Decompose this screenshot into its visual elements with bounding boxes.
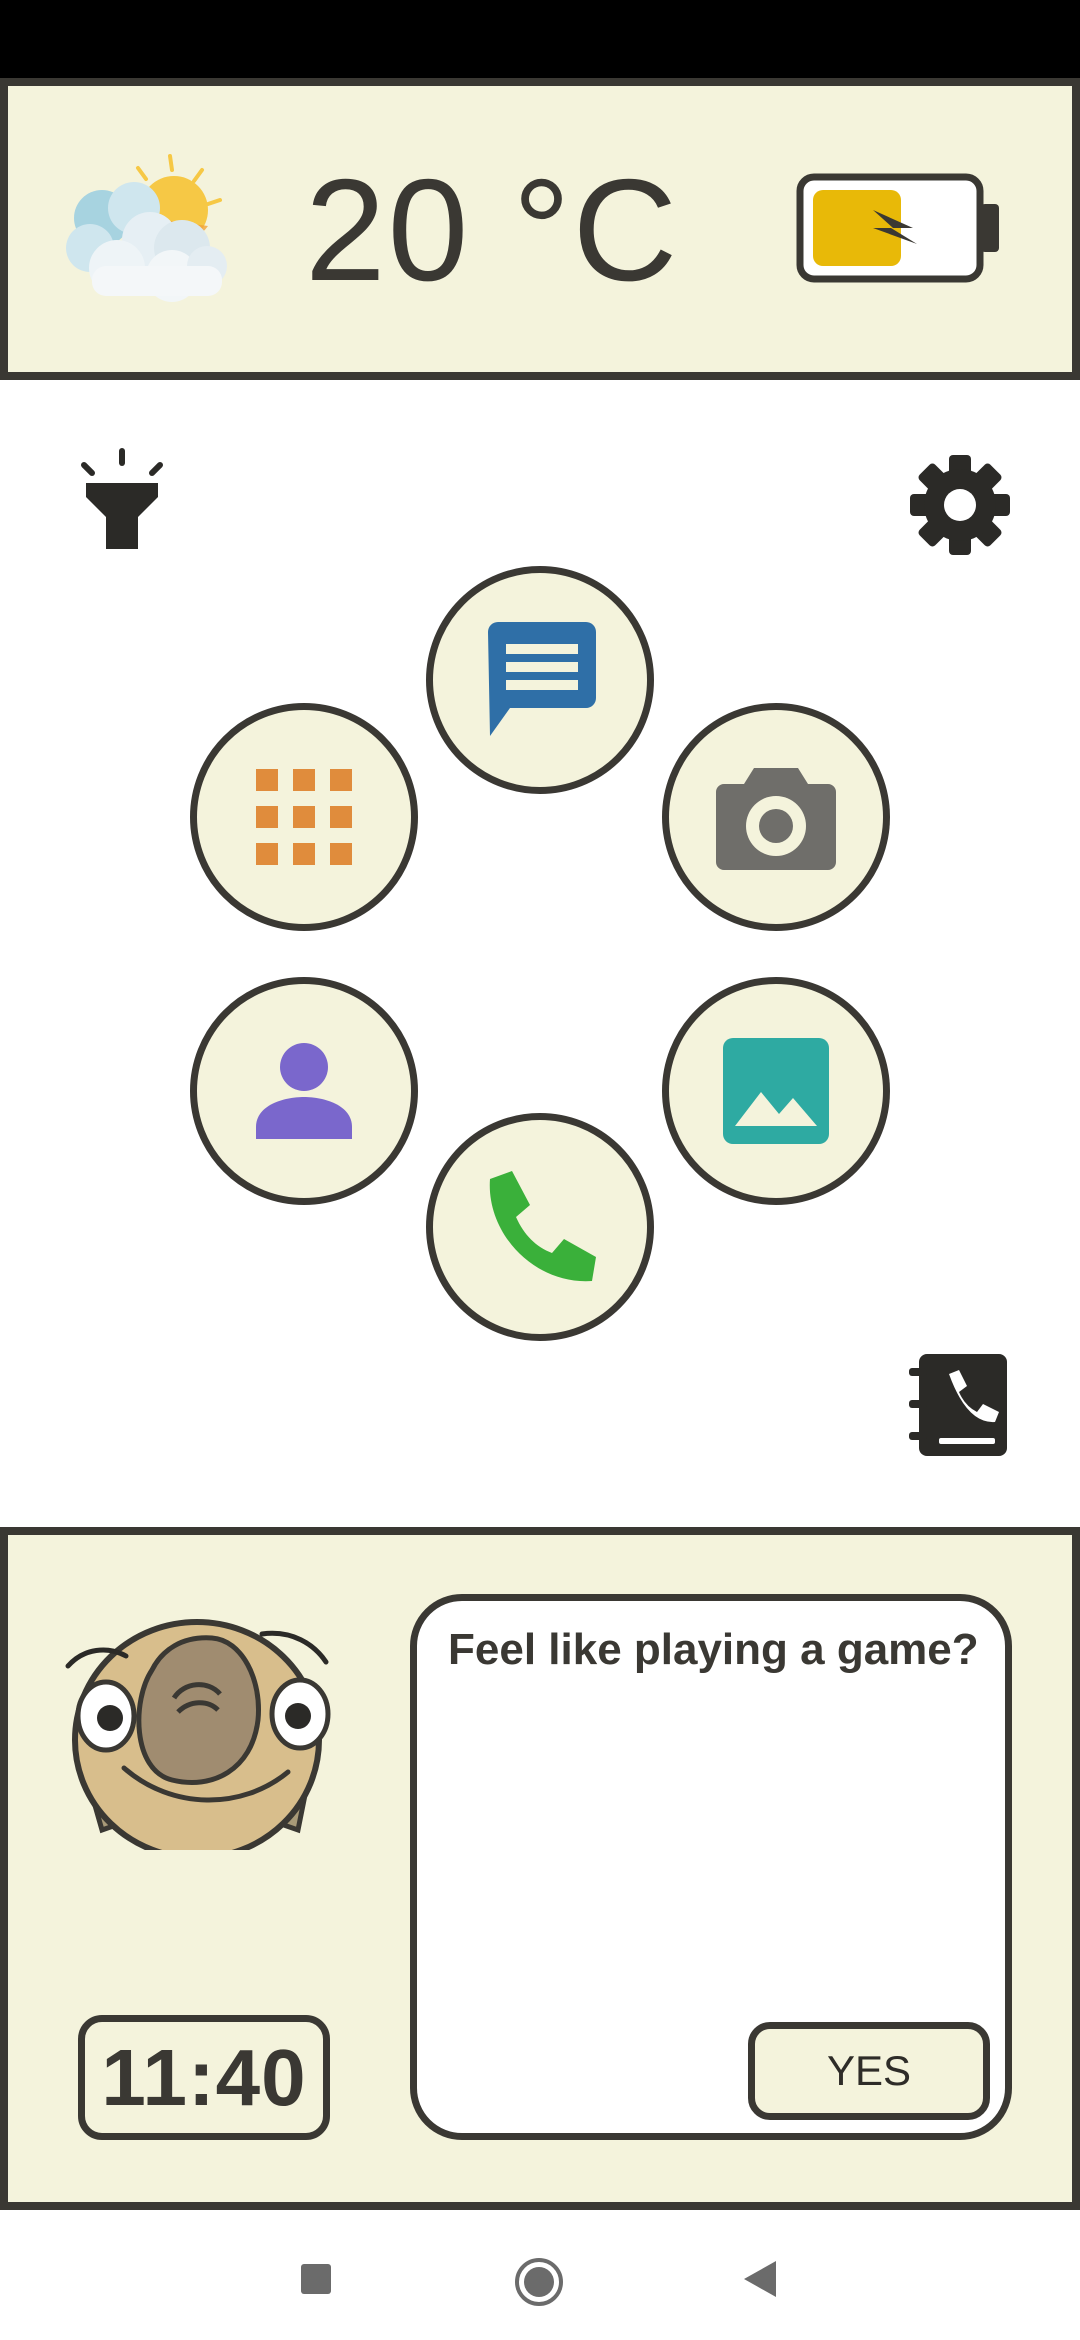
clock-time: 11:40 [101, 2032, 307, 2122]
person-icon [254, 1041, 354, 1141]
flashlight-icon[interactable] [72, 445, 172, 555]
phone-icon [482, 1169, 598, 1285]
message-icon [480, 620, 600, 740]
grid-icon [254, 767, 354, 867]
camera-icon [714, 762, 838, 872]
contacts-app-button[interactable] [190, 977, 418, 1205]
messages-app-button[interactable] [426, 566, 654, 794]
triangle-icon[interactable] [742, 2259, 778, 2299]
gallery-app-button[interactable] [662, 977, 890, 1205]
sloth-mascot-icon [62, 1590, 347, 1861]
gear-icon[interactable] [905, 450, 1015, 560]
navigation-bar [0, 2210, 1080, 2340]
camera-app-button[interactable] [662, 703, 890, 931]
assistant-message: Feel like playing a game? [448, 1625, 979, 1674]
status-bar [0, 0, 1080, 78]
clock-display: 11:40 [78, 2015, 330, 2140]
app-drawer-button[interactable] [190, 703, 418, 931]
contacts-book-icon[interactable] [905, 1350, 1010, 1460]
square-icon[interactable] [300, 2263, 332, 2295]
phone-app-button[interactable] [426, 1113, 654, 1341]
partly-cloudy-icon [62, 148, 242, 308]
yes-button[interactable]: YES [748, 2022, 990, 2120]
temperature-readout: 20 °C [305, 149, 680, 311]
image-icon [721, 1036, 831, 1146]
battery-charging-icon [795, 172, 1005, 284]
circle-icon[interactable] [513, 2256, 565, 2308]
